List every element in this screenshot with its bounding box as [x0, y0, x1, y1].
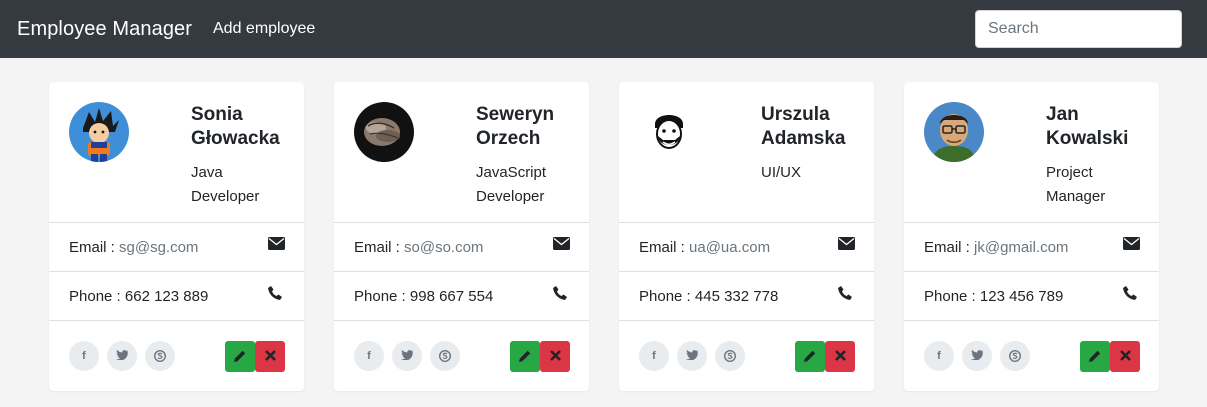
brand-logo-text[interactable]: Employee Manager	[17, 18, 192, 41]
email-label: Email :	[354, 239, 405, 256]
avatar	[639, 102, 699, 162]
skype-icon[interactable]	[1000, 341, 1030, 371]
phone-label: Phone :	[924, 288, 980, 305]
delete-button[interactable]	[255, 341, 285, 372]
skype-icon[interactable]	[145, 341, 175, 371]
top-navbar: Employee Manager Add employee	[0, 0, 1207, 58]
phone-icon	[553, 286, 570, 300]
facebook-icon[interactable]: f	[69, 341, 99, 371]
employee-name: Jan Kowalski	[1046, 104, 1129, 149]
phone-row: Phone : 662 123 889	[49, 271, 304, 320]
envelope-icon	[553, 237, 570, 251]
phone-row: Phone : 123 456 789	[904, 271, 1159, 320]
twitter-icon[interactable]	[677, 341, 707, 371]
actions-row: f	[334, 320, 589, 372]
avatar	[354, 102, 414, 162]
phone-value: 662 123 889	[124, 288, 209, 305]
email-value: so@so.com	[404, 239, 484, 256]
phone-value: 445 332 778	[694, 288, 779, 305]
delete-button[interactable]	[540, 341, 570, 372]
avatar	[924, 102, 984, 162]
email-row: Email : jk@gmail.com	[904, 222, 1159, 271]
employee-card: Seweryn Orzech JavaScript Developer Emai…	[334, 82, 589, 391]
envelope-icon	[838, 237, 855, 251]
email-value: ua@ua.com	[689, 239, 771, 256]
phone-icon	[838, 286, 855, 300]
envelope-icon	[1123, 237, 1140, 251]
edit-button[interactable]	[1080, 341, 1110, 372]
employee-role: UI/UX	[761, 164, 802, 181]
edit-button[interactable]	[225, 341, 255, 372]
twitter-icon[interactable]	[107, 341, 137, 371]
employee-name: Urszula Adamska	[761, 104, 846, 149]
phone-value: 998 667 554	[409, 288, 494, 305]
facebook-icon[interactable]: f	[924, 341, 954, 371]
employee-card: Jan Kowalski Project Manager Email : jk@…	[904, 82, 1159, 391]
employee-role: JavaScript Developer	[476, 164, 547, 205]
search-input[interactable]	[975, 10, 1182, 48]
actions-row: f	[619, 320, 874, 372]
phone-row: Phone : 445 332 778	[619, 271, 874, 320]
twitter-icon[interactable]	[962, 341, 992, 371]
delete-button[interactable]	[825, 341, 855, 372]
phone-label: Phone :	[69, 288, 125, 305]
skype-icon[interactable]	[715, 341, 745, 371]
email-row: Email : ua@ua.com	[619, 222, 874, 271]
email-value: sg@sg.com	[119, 239, 199, 256]
phone-value: 123 456 789	[979, 288, 1064, 305]
actions-row: f	[904, 320, 1159, 372]
phone-icon	[1123, 286, 1140, 300]
add-employee-link[interactable]: Add employee	[213, 20, 315, 38]
email-label: Email :	[69, 239, 120, 256]
phone-label: Phone :	[639, 288, 695, 305]
employee-name: Seweryn Orzech	[476, 104, 555, 149]
edit-button[interactable]	[795, 341, 825, 372]
employee-name: Sonia Głowacka	[191, 104, 280, 149]
edit-button[interactable]	[510, 341, 540, 372]
employee-card: Sonia Głowacka Java Developer Email : sg…	[49, 82, 304, 391]
employee-role: Project Manager	[1046, 164, 1106, 205]
facebook-icon[interactable]: f	[639, 341, 669, 371]
skype-icon[interactable]	[430, 341, 460, 371]
envelope-icon	[268, 237, 285, 251]
facebook-icon[interactable]: f	[354, 341, 384, 371]
delete-button[interactable]	[1110, 341, 1140, 372]
employee-card: Urszula Adamska UI/UX Email : ua@ua.com …	[619, 82, 874, 391]
email-label: Email :	[639, 239, 690, 256]
employee-role: Java Developer	[191, 164, 260, 205]
phone-row: Phone : 998 667 554	[334, 271, 589, 320]
email-label: Email :	[924, 239, 975, 256]
email-row: Email : so@so.com	[334, 222, 589, 271]
phone-icon	[268, 286, 285, 300]
twitter-icon[interactable]	[392, 341, 422, 371]
phone-label: Phone :	[354, 288, 410, 305]
avatar	[69, 102, 129, 162]
email-row: Email : sg@sg.com	[49, 222, 304, 271]
email-value: jk@gmail.com	[974, 239, 1069, 256]
actions-row: f	[49, 320, 304, 372]
